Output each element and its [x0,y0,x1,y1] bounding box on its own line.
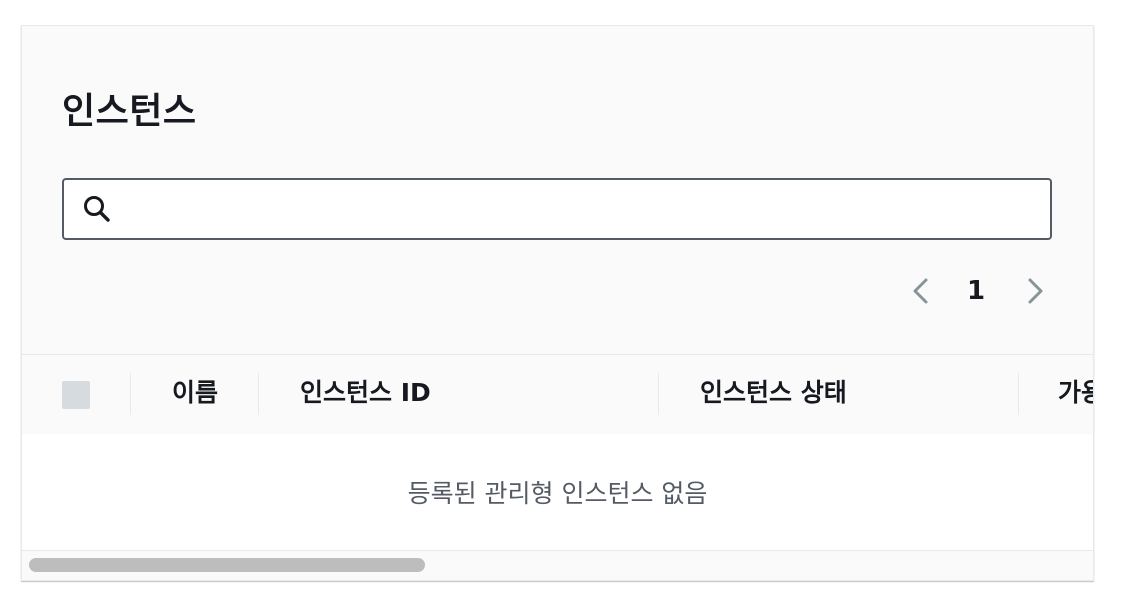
column-header-instance-id[interactable]: 인스턴스 ID [300,377,431,409]
horizontal-scrollbar[interactable] [22,551,1093,579]
table-header: 이름 인스턴스 ID 인스턴스 상태 가용 [22,354,1093,436]
page-title: 인스턴스 [62,91,197,132]
search-input[interactable] [124,180,1040,240]
chevron-left-icon[interactable] [906,274,936,308]
column-header-availability[interactable]: 가용 [1058,377,1093,409]
search-icon [84,196,110,222]
empty-state-message: 등록된 관리형 인스턴스 없음 [407,479,708,508]
scrollbar-thumb[interactable] [29,558,425,572]
column-divider[interactable] [1018,373,1019,415]
column-header-instance-state[interactable]: 인스턴스 상태 [700,377,847,409]
column-divider[interactable] [258,373,259,415]
chevron-right-icon[interactable] [1020,274,1050,308]
column-divider[interactable] [130,373,131,415]
column-divider[interactable] [658,373,659,415]
instances-panel: 인스턴스 1 이름 인스턴스 ID 인스턴스 상태 가용 등록된 관리형 인스턴… [21,25,1094,581]
search-box[interactable] [62,178,1052,240]
column-header-name[interactable]: 이름 [172,377,218,409]
select-all-checkbox[interactable] [62,381,90,409]
page-number-current[interactable]: 1 [964,276,988,306]
table-empty-row: 등록된 관리형 인스턴스 없음 [22,434,1093,551]
